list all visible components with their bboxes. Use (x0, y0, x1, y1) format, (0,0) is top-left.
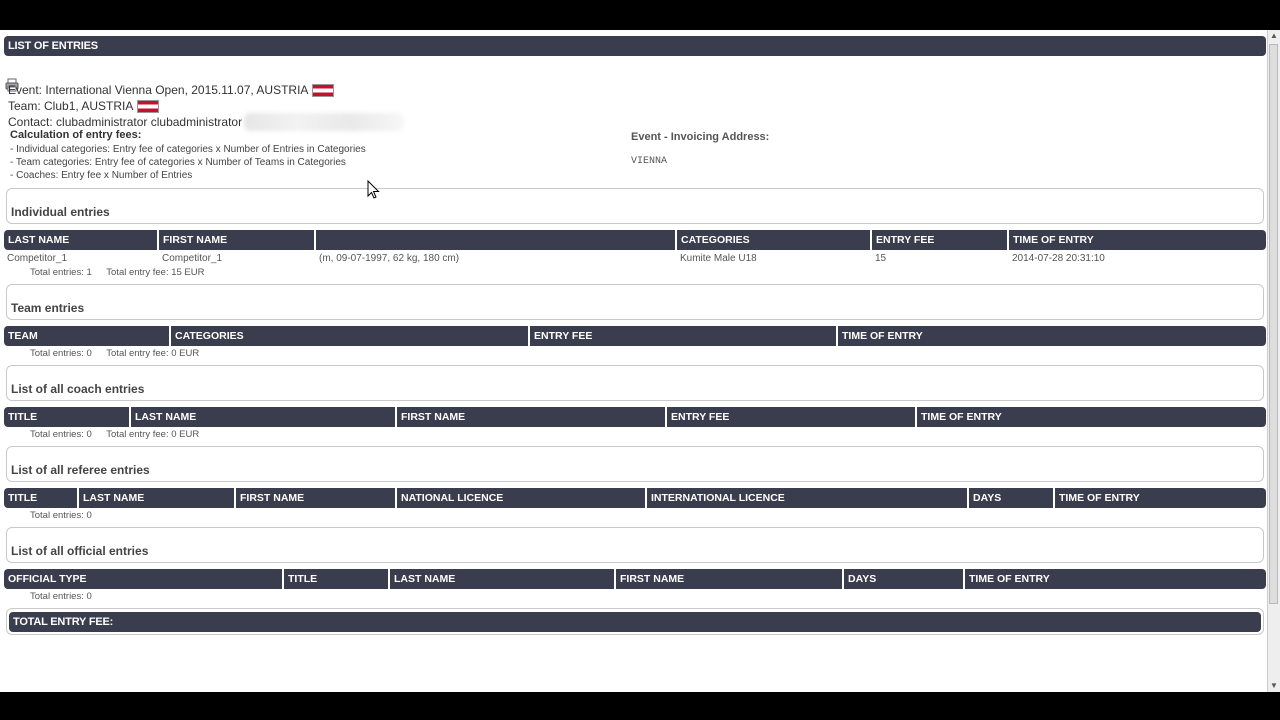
total-entries: Total entries: 0 (30, 348, 92, 359)
cell-first-name: Competitor_1 (162, 252, 223, 264)
referee-entries-table: TITLE LAST NAME FIRST NAME NATIONAL LICE… (4, 488, 1266, 523)
col-time-of-entry[interactable]: TIME OF ENTRY (1055, 488, 1266, 508)
scroll-down-icon[interactable]: ▼ (1268, 680, 1280, 692)
col-official-type[interactable]: OFFICIAL TYPE (4, 569, 284, 589)
austria-flag-icon (312, 83, 335, 97)
col-first-name[interactable]: FIRST NAME (397, 407, 667, 427)
table-row: Competitor_1 Competitor_1 (m, 09-07-1997… (4, 250, 1266, 266)
invoice-label: Event - Invoicing Address: (631, 131, 770, 143)
cell-entry-fee: 15 (875, 252, 887, 264)
cell-details: (m, 09-07-1997, 62 kg, 180 cm) (319, 252, 460, 264)
col-days[interactable]: DAYS (844, 569, 965, 589)
official-entries-title: List of all official entries (11, 544, 149, 558)
total-entry-fee-bar: TOTAL ENTRY FEE: (9, 612, 1261, 632)
col-entry-fee[interactable]: ENTRY FEE (667, 407, 917, 427)
col-team[interactable]: TEAM (4, 326, 171, 346)
total-entries: Total entries: 0 (30, 510, 92, 521)
referee-entries-panel: List of all referee entries (6, 446, 1264, 482)
col-national-licence[interactable]: NATIONAL LICENCE (397, 488, 647, 508)
total-entry-fee-panel: TOTAL ENTRY FEE: (6, 608, 1264, 635)
col-days[interactable]: DAYS (969, 488, 1055, 508)
list-of-entries-header: LIST OF ENTRIES (4, 36, 1266, 56)
team-entries-panel: Team entries (6, 284, 1264, 320)
coach-entries-title: List of all coach entries (11, 382, 145, 396)
col-last-name[interactable]: LAST NAME (4, 230, 159, 250)
col-time-of-entry[interactable]: TIME OF ENTRY (838, 326, 1266, 346)
team-line: Team: Club1, AUSTRIA (8, 98, 134, 113)
col-international-licence[interactable]: INTERNATIONAL LICENCE (647, 488, 969, 508)
coach-entries-panel: List of all coach entries (6, 365, 1264, 401)
col-details (316, 230, 677, 250)
team-totals: Total entries: 0 Total entry fee: 0 EUR (4, 347, 1266, 361)
referee-entries-title: List of all referee entries (11, 463, 150, 477)
scrollbar-thumb[interactable] (1269, 44, 1278, 604)
col-time-of-entry[interactable]: TIME OF ENTRY (1009, 230, 1266, 250)
official-entries-panel: List of all official entries (6, 527, 1264, 563)
event-line: Event: International Vienna Open, 2015.1… (8, 82, 309, 97)
redacted-contact (244, 113, 405, 131)
col-categories[interactable]: CATEGORIES (677, 230, 872, 250)
individual-entries-title: Individual entries (11, 205, 110, 219)
individual-entries-panel: Individual entries (6, 188, 1264, 224)
coach-entries-table: TITLE LAST NAME FIRST NAME ENTRY FEE TIM… (4, 407, 1266, 442)
total-fee: Total entry fee: 0 EUR (106, 348, 200, 359)
referee-totals: Total entries: 0 (4, 509, 1266, 523)
col-first-name[interactable]: FIRST NAME (236, 488, 397, 508)
cell-time-of-entry: 2014-07-28 20:31:10 (1012, 252, 1105, 264)
vertical-scrollbar[interactable]: ▲ ▼ (1267, 30, 1280, 692)
official-totals: Total entries: 0 (4, 590, 1266, 604)
browser-viewport: LIST OF ENTRIES Event: International Vie… (0, 30, 1280, 692)
event-info: Event: International Vienna Open, 2015.1… (4, 82, 1266, 182)
team-entries-title: Team entries (11, 301, 85, 315)
col-entry-fee[interactable]: ENTRY FEE (530, 326, 838, 346)
calc-line: - Coaches: Entry fee x Number of Entries (10, 170, 193, 181)
col-first-name[interactable]: FIRST NAME (159, 230, 316, 250)
scroll-up-icon[interactable]: ▲ (1268, 30, 1280, 42)
official-entries-table: OFFICIAL TYPE TITLE LAST NAME FIRST NAME… (4, 569, 1266, 604)
coach-totals: Total entries: 0 Total entry fee: 0 EUR (4, 428, 1266, 442)
col-last-name[interactable]: LAST NAME (390, 569, 616, 589)
invoice-city: VIENNA (631, 156, 668, 167)
total-fee: Total entry fee: 0 EUR (106, 429, 200, 440)
individual-totals: Total entries: 1 Total entry fee: 15 EUR (4, 266, 1266, 280)
col-entry-fee[interactable]: ENTRY FEE (872, 230, 1009, 250)
cell-last-name: Competitor_1 (7, 252, 68, 264)
col-categories[interactable]: CATEGORIES (171, 326, 530, 346)
total-fee: Total entry fee: 15 EUR (106, 267, 205, 278)
cell-categories: Kumite Male U18 (680, 252, 757, 264)
col-time-of-entry[interactable]: TIME OF ENTRY (917, 407, 1266, 427)
col-first-name[interactable]: FIRST NAME (616, 569, 844, 589)
austria-flag-icon (137, 99, 160, 113)
total-entries: Total entries: 0 (30, 429, 92, 440)
total-entries: Total entries: 1 (30, 267, 92, 278)
col-title[interactable]: TITLE (284, 569, 390, 589)
col-last-name[interactable]: LAST NAME (131, 407, 397, 427)
mouse-cursor-icon (367, 180, 380, 199)
col-last-name[interactable]: LAST NAME (79, 488, 236, 508)
col-time-of-entry[interactable]: TIME OF ENTRY (965, 569, 1266, 589)
total-entries: Total entries: 0 (30, 591, 92, 602)
team-entries-table: TEAM CATEGORIES ENTRY FEE TIME OF ENTRY … (4, 326, 1266, 361)
col-title[interactable]: TITLE (4, 488, 79, 508)
individual-entries-table: LAST NAME FIRST NAME CATEGORIES ENTRY FE… (4, 230, 1266, 280)
col-title[interactable]: TITLE (4, 407, 131, 427)
